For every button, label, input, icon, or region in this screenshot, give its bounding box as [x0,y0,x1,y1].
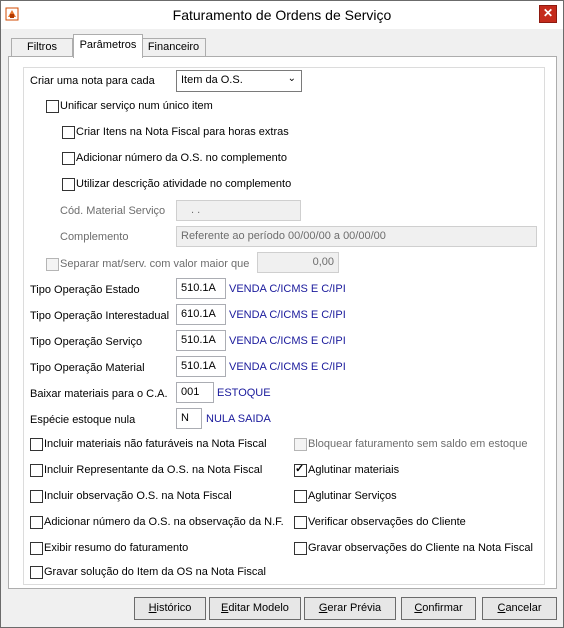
incluir-representante-checkbox[interactable] [30,464,43,477]
tipo-estado-label: Tipo Operação Estado [30,284,140,296]
separar-value: 0,00 [312,256,334,268]
adicionar-numero-checkbox[interactable] [62,152,75,165]
verificar-obs-label: Verificar observações do Cliente [308,516,466,528]
baixar-label: Baixar materiais para o C.A. [30,388,168,400]
tipo-servico-field[interactable]: 510.1A [176,330,226,351]
exibir-resumo-checkbox[interactable] [30,542,43,555]
tipo-servico-desc: VENDA C/ICMS E C/IPI [229,335,346,347]
adicionar-obs-checkbox[interactable] [30,516,43,529]
tipo-estado-field[interactable]: 510.1A [176,278,226,299]
separar-value-field[interactable]: 0,00 [257,252,339,273]
complemento-value: Referente ao período 00/00/00 a 00/00/00 [181,230,386,242]
tab-filtros[interactable]: Filtros [11,38,73,57]
especie-field[interactable]: N [176,408,202,429]
incluir-materiais-checkbox[interactable] [30,438,43,451]
gravar-solucao-label: Gravar solução do Item da OS na Nota Fis… [44,566,266,578]
criar-itens-checkbox[interactable] [62,126,75,139]
close-icon: ✕ [542,6,554,20]
adicionar-numero-label: Adicionar número da O.S. no complemento [76,152,287,164]
bloquear-checkbox[interactable] [294,438,307,451]
tab-parametros[interactable]: Parâmetros [73,34,143,58]
criar-nota-select[interactable]: Item da O.S. ⌄ [176,70,302,92]
bloquear-label: Bloquear faturamento sem saldo em estoqu… [308,438,528,450]
gravar-obs-label: Gravar observações do Cliente na Nota Fi… [308,542,533,554]
aglutinar-servicos-checkbox[interactable] [294,490,307,503]
criar-itens-label: Criar Itens na Nota Fiscal para horas ex… [76,126,289,138]
gravar-solucao-checkbox[interactable] [30,566,43,579]
incluir-observacao-label: Incluir observação O.S. na Nota Fiscal [44,490,232,502]
cod-material-label: Cód. Material Serviço [60,205,166,217]
tipo-material-code: 510.1A [181,360,216,372]
gerar-previa-button[interactable]: Gerar Prévia [304,597,396,620]
criar-nota-value: Item da O.S. [181,74,243,86]
tipo-material-field[interactable]: 510.1A [176,356,226,377]
verificar-obs-checkbox[interactable] [294,516,307,529]
cancelar-button[interactable]: Cancelar [482,597,557,620]
aglutinar-servicos-label: Aglutinar Serviços [308,490,397,502]
criar-nota-label: Criar uma nota para cada [30,75,155,87]
especie-code: N [181,412,189,424]
tipo-material-desc: VENDA C/ICMS E C/IPI [229,361,346,373]
tipo-estado-desc: VENDA C/ICMS E C/IPI [229,283,346,295]
aglutinar-materiais-checkbox[interactable]: ✓ [294,463,307,477]
cod-material-value: . . [191,204,201,216]
editar-modelo-button[interactable]: Editar Modelo [209,597,301,620]
baixar-desc: ESTOQUE [217,387,271,399]
cod-material-field[interactable]: . . [176,200,301,221]
title-bar: Faturamento de Ordens de Serviço ✕ [1,1,563,29]
tipo-material-label: Tipo Operação Material [30,362,145,374]
tipo-estado-code: 510.1A [181,282,216,294]
gravar-obs-checkbox[interactable] [294,542,307,555]
separar-label: Separar mat/serv. com valor maior que [60,258,250,270]
parameters-group [23,67,545,585]
incluir-materiais-label: Incluir materiais não faturáveis na Nota… [44,438,267,450]
historico-button[interactable]: Histórico [134,597,206,620]
tipo-inter-label: Tipo Operação Interestadual [30,310,170,322]
complemento-field[interactable]: Referente ao período 00/00/00 a 00/00/00 [176,226,537,247]
incluir-representante-label: Incluir Representante da O.S. na Nota Fi… [44,464,263,476]
adicionar-obs-label: Adicionar número da O.S. na observação d… [44,516,284,528]
unificar-label: Unificar serviço num único item [60,100,213,112]
tipo-servico-code: 510.1A [181,334,216,346]
utilizar-descricao-checkbox[interactable] [62,178,75,191]
incluir-observacao-checkbox[interactable] [30,490,43,503]
tipo-servico-label: Tipo Operação Serviço [30,336,143,348]
close-button[interactable]: ✕ [539,5,557,23]
complemento-label: Complemento [60,231,129,243]
exibir-resumo-label: Exibir resumo do faturamento [44,542,189,554]
especie-desc: NULA SAIDA [206,413,271,425]
confirmar-button[interactable]: Confirmar [401,597,476,620]
chevron-down-icon: ⌄ [287,73,296,84]
tipo-inter-field[interactable]: 610.1A [176,304,226,325]
utilizar-descricao-label: Utilizar descrição atividade no compleme… [76,178,292,190]
tab-financeiro[interactable]: Financeiro [141,38,206,57]
baixar-code: 001 [181,386,200,398]
tipo-inter-code: 610.1A [181,308,216,320]
baixar-field[interactable]: 001 [176,382,214,403]
tipo-inter-desc: VENDA C/ICMS E C/IPI [229,309,346,321]
checkmark-icon: ✓ [295,463,305,475]
aglutinar-materiais-label: Aglutinar materiais [308,464,400,476]
window-title: Faturamento de Ordens de Serviço [172,7,392,23]
separar-checkbox[interactable] [46,258,59,271]
especie-label: Espécie estoque nula [30,414,136,426]
main-window: Faturamento de Ordens de Serviço ✕ Filtr… [0,0,564,628]
unificar-checkbox[interactable] [46,100,59,113]
